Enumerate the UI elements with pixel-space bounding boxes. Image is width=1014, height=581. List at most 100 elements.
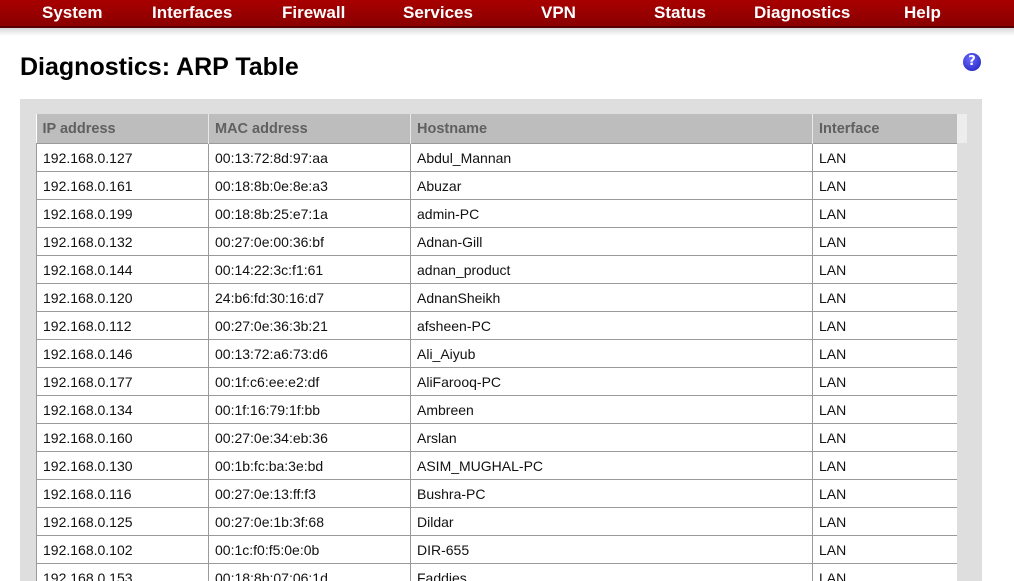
mac-address-cell: 00:13:72:8d:97:aa (208, 143, 411, 172)
table-row: 192.168.0.120 24:b6:fd:30:16:d7 AdnanSheik… (36, 283, 957, 312)
table-row: 192.168.0.153 00:18:8b:07:06:1d Faddies LAN (36, 563, 957, 581)
interface-cell: LAN (812, 423, 957, 452)
ip-address-cell: 192.168.0.161 (36, 171, 209, 200)
interface-cell: LAN (812, 227, 957, 256)
mac-address-cell: 00:27:0e:36:3b:21 (208, 311, 411, 340)
hostname-cell: Arslan (410, 423, 813, 452)
interface-cell: LAN (812, 283, 957, 312)
arp-table: IP address MAC address Hostname Interfac… (36, 114, 957, 581)
mac-address-cell: 00:18:8b:0e:8e:a3 (208, 171, 411, 200)
ip-address-cell: 192.168.0.160 (36, 423, 209, 452)
hostname-cell: Abdul_Mannan (410, 143, 813, 172)
interface-cell: LAN (812, 395, 957, 424)
interface-cell: LAN (812, 507, 957, 536)
mac-address-cell: 00:27:0e:34:eb:36 (208, 423, 411, 452)
hostname-cell: ASIM_MUGHAL-PC (410, 451, 813, 480)
table-row: 192.168.0.112 00:27:0e:36:3b:21 afsheen-PC… (36, 311, 957, 340)
arp-table-container: IP address MAC address Hostname Interfac… (36, 114, 957, 581)
interface-cell: LAN (812, 563, 957, 581)
nav-interfaces[interactable]: Interfaces (152, 3, 232, 23)
table-header-row: IP address MAC address Hostname Interfac… (36, 114, 957, 144)
mac-address-cell: 00:1f:c6:ee:e2:df (208, 367, 411, 396)
nav-firewall[interactable]: Firewall (282, 3, 345, 23)
nav-vpn[interactable]: VPN (541, 3, 576, 23)
column-header-interface[interactable]: Interface (812, 114, 957, 144)
scrollbar-gap (957, 114, 967, 143)
ip-address-cell: 192.168.0.132 (36, 227, 209, 256)
interface-cell: LAN (812, 199, 957, 228)
top-navigation-bar: System Interfaces Firewall Services VPN … (0, 0, 1014, 28)
ip-address-cell: 192.168.0.116 (36, 479, 209, 508)
hostname-cell: Bushra-PC (410, 479, 813, 508)
hostname-cell: Ali_Aiyub (410, 339, 813, 368)
nav-shadow-divider (0, 28, 1014, 36)
nav-system[interactable]: System (42, 3, 102, 23)
question-mark-icon[interactable]: ? (963, 53, 981, 71)
column-header-hostname[interactable]: Hostname (410, 114, 813, 144)
ip-address-cell: 192.168.0.102 (36, 535, 209, 564)
interface-cell: LAN (812, 451, 957, 480)
ip-address-cell: 192.168.0.153 (36, 563, 209, 581)
interface-cell: LAN (812, 339, 957, 368)
hostname-cell: DIR-655 (410, 535, 813, 564)
content-panel: IP address MAC address Hostname Interfac… (20, 99, 982, 581)
column-header-mac-address[interactable]: MAC address (208, 114, 411, 144)
ip-address-cell: 192.168.0.130 (36, 451, 209, 480)
hostname-cell: Dildar (410, 507, 813, 536)
table-row: 192.168.0.199 00:18:8b:25:e7:1a admin-PC LA… (36, 199, 957, 228)
table-row: 192.168.0.160 00:27:0e:34:eb:36 Arslan LAN (36, 423, 957, 452)
ip-address-cell: 192.168.0.146 (36, 339, 209, 368)
interface-cell: LAN (812, 535, 957, 564)
interface-cell: LAN (812, 311, 957, 340)
hostname-cell: adnan_product (410, 255, 813, 284)
table-row: 192.168.0.125 00:27:0e:1b:3f:68 Dildar LAN (36, 507, 957, 536)
ip-address-cell: 192.168.0.177 (36, 367, 209, 396)
table-row: 192.168.0.132 00:27:0e:00:36:bf Adnan-Gill… (36, 227, 957, 256)
mac-address-cell: 00:27:0e:00:36:bf (208, 227, 411, 256)
mac-address-cell: 00:14:22:3c:f1:61 (208, 255, 411, 284)
ip-address-cell: 192.168.0.127 (36, 143, 209, 172)
ip-address-cell: 192.168.0.144 (36, 255, 209, 284)
hostname-cell: Ambreen (410, 395, 813, 424)
hostname-cell: Abuzar (410, 171, 813, 200)
mac-address-cell: 00:1f:16:79:1f:bb (208, 395, 411, 424)
interface-cell: LAN (812, 479, 957, 508)
ip-address-cell: 192.168.0.199 (36, 199, 209, 228)
column-header-ip-address[interactable]: IP address (36, 114, 209, 144)
table-row: 192.168.0.134 00:1f:16:79:1f:bb Ambreen LAN (36, 395, 957, 424)
interface-cell: LAN (812, 171, 957, 200)
page-title: Diagnostics: ARP Table (20, 53, 299, 81)
nav-status[interactable]: Status (654, 3, 706, 23)
nav-services[interactable]: Services (403, 3, 473, 23)
mac-address-cell: 00:18:8b:07:06:1d (208, 563, 411, 581)
nav-diagnostics[interactable]: Diagnostics (754, 3, 850, 23)
mac-address-cell: 00:18:8b:25:e7:1a (208, 199, 411, 228)
mac-address-cell: 00:13:72:a6:73:d6 (208, 339, 411, 368)
table-row: 192.168.0.177 00:1f:c6:ee:e2:df AliFarooq-… (36, 367, 957, 396)
mac-address-cell: 00:1b:fc:ba:3e:bd (208, 451, 411, 480)
table-row: 192.168.0.161 00:18:8b:0e:8e:a3 Abuzar LAN (36, 171, 957, 200)
ip-address-cell: 192.168.0.134 (36, 395, 209, 424)
interface-cell: LAN (812, 143, 957, 172)
hostname-cell: AdnanSheikh (410, 283, 813, 312)
table-row: 192.168.0.102 00:1c:f0:f5:0e:0b DIR-655 LAN (36, 535, 957, 564)
hostname-cell: Adnan-Gill (410, 227, 813, 256)
nav-help[interactable]: Help (904, 3, 941, 23)
hostname-cell: afsheen-PC (410, 311, 813, 340)
hostname-cell: admin-PC (410, 199, 813, 228)
ip-address-cell: 192.168.0.120 (36, 283, 209, 312)
table-row: 192.168.0.127 00:13:72:8d:97:aa Abdul_Mann… (36, 143, 957, 172)
ip-address-cell: 192.168.0.112 (36, 311, 209, 340)
table-row: 192.168.0.144 00:14:22:3c:f1:61 adnan_prod… (36, 255, 957, 284)
mac-address-cell: 00:1c:f0:f5:0e:0b (208, 535, 411, 564)
hostname-cell: AliFarooq-PC (410, 367, 813, 396)
mac-address-cell: 24:b6:fd:30:16:d7 (208, 283, 411, 312)
interface-cell: LAN (812, 367, 957, 396)
mac-address-cell: 00:27:0e:1b:3f:68 (208, 507, 411, 536)
mac-address-cell: 00:27:0e:13:ff:f3 (208, 479, 411, 508)
interface-cell: LAN (812, 255, 957, 284)
table-row: 192.168.0.130 00:1b:fc:ba:3e:bd ASIM_MUGHA… (36, 451, 957, 480)
table-row: 192.168.0.116 00:27:0e:13:ff:f3 Bushra-PC L… (36, 479, 957, 508)
table-row: 192.168.0.146 00:13:72:a6:73:d6 Ali_Aiyub L… (36, 339, 957, 368)
hostname-cell: Faddies (410, 563, 813, 581)
